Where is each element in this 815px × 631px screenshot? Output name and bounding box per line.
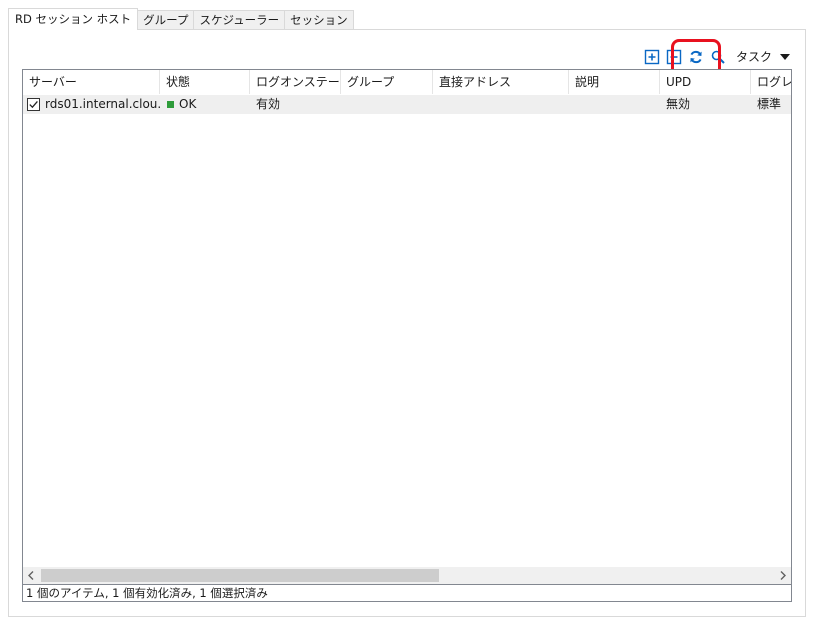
refresh-icon[interactable] <box>688 49 704 65</box>
cell-description <box>569 95 660 114</box>
cell-log-level: 標準 <box>757 97 782 111</box>
column-header-server[interactable]: サーバー <box>23 70 160 94</box>
tasks-dropdown[interactable]: タスク <box>736 47 791 67</box>
collapse-icon[interactable] <box>666 49 682 65</box>
tab-sessions[interactable]: セッション <box>284 10 354 30</box>
column-header-group[interactable]: グループ <box>341 70 433 94</box>
table-row[interactable]: rds01.internal.clou... OK 有効 無効 標準 <box>23 95 791 114</box>
column-header-description[interactable]: 説明 <box>569 70 660 94</box>
tasks-label: タスク <box>736 50 773 64</box>
tab-scheduler[interactable]: スケジューラー <box>193 10 286 30</box>
scroll-left-arrow-icon[interactable] <box>23 567 40 584</box>
column-header-direct-address[interactable]: 直接アドレス <box>433 70 569 94</box>
server-name: rds01.internal.clou... <box>45 97 160 111</box>
horizontal-scrollbar[interactable] <box>23 567 791 584</box>
tab-groups[interactable]: グループ <box>137 10 195 30</box>
grid-header: サーバー 状態 ログオンステー... グループ 直接アドレス 説明 UPD ログ… <box>23 70 791 94</box>
expand-icon[interactable] <box>644 49 660 65</box>
chevron-down-icon <box>780 54 791 60</box>
column-header-logon-state[interactable]: ログオンステー... <box>250 70 341 94</box>
server-grid: サーバー 状態 ログオンステー... グループ 直接アドレス 説明 UPD ログ… <box>22 69 792 585</box>
column-header-status[interactable]: 状態 <box>160 70 250 94</box>
cell-upd: 無効 <box>666 97 691 111</box>
status-text: OK <box>179 97 197 111</box>
status-ok-icon <box>167 100 174 108</box>
column-header-log-level[interactable]: ログレ^ <box>751 70 791 94</box>
tab-rd-session-host[interactable]: RD セッション ホスト <box>8 8 139 30</box>
cell-direct-address <box>433 95 569 114</box>
cell-logon-state: 有効 <box>256 97 281 111</box>
scroll-right-arrow-icon[interactable] <box>774 567 791 584</box>
tab-strip: RD セッション ホスト グループ スケジューラー セッション <box>8 8 354 30</box>
status-bar: 1 個のアイテム, 1 個有効化済み, 1 個選択済み <box>22 584 792 602</box>
toolbar: タスク <box>0 46 815 68</box>
row-checkbox[interactable] <box>27 98 40 111</box>
cell-status: OK <box>160 95 250 114</box>
search-icon[interactable] <box>710 49 726 65</box>
cell-group <box>341 95 433 114</box>
scrollbar-thumb[interactable] <box>41 569 439 582</box>
cell-server: rds01.internal.clou... <box>23 95 160 114</box>
column-header-upd[interactable]: UPD <box>660 70 751 94</box>
